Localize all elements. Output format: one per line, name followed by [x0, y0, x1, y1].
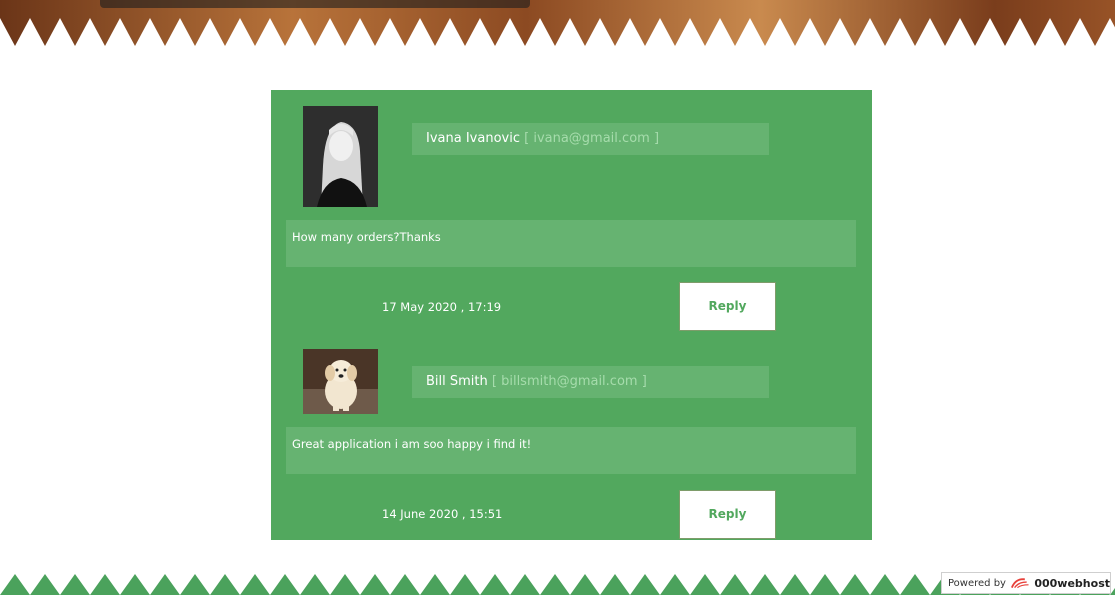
- email-open-bracket: [: [519, 131, 534, 146]
- top-banner: [0, 0, 1115, 50]
- comment-message: How many orders?Thanks: [286, 220, 856, 267]
- comment-message: Great application i am soo happy i find …: [286, 427, 856, 474]
- user-avatar: [303, 349, 378, 414]
- comment-date: 14 June 2020 , 15:51: [382, 507, 503, 521]
- comment-author: Ivana Ivanovic [ ivana@gmail.com ]: [412, 123, 769, 155]
- author-name: Ivana Ivanovic: [426, 131, 520, 146]
- comment-item: Bill Smith [ billsmith@gmail.com ] Great…: [271, 335, 872, 540]
- puppy-photo-icon: [303, 349, 378, 414]
- webhost-brand: 000webhost: [1034, 576, 1110, 590]
- comments-panel: Ivana Ivanovic [ ivana@gmail.com ] How m…: [271, 90, 872, 540]
- comment-date: 17 May 2020 , 17:19: [382, 300, 502, 314]
- woman-portrait-icon: [303, 106, 378, 207]
- comment-item: Ivana Ivanovic [ ivana@gmail.com ] How m…: [271, 90, 872, 335]
- author-name: Bill Smith: [426, 374, 488, 389]
- user-avatar: [303, 106, 378, 207]
- reply-button[interactable]: Reply: [679, 490, 776, 539]
- webhost-logo-icon: [1010, 578, 1029, 589]
- comment-author: Bill Smith [ billsmith@gmail.com ]: [412, 366, 769, 398]
- author-email: billsmith@gmail.com: [501, 374, 638, 389]
- email-close-bracket: ]: [649, 131, 660, 146]
- email-open-bracket: [: [487, 374, 502, 389]
- powered-by-badge[interactable]: Powered by 000webhost: [941, 572, 1111, 594]
- email-close-bracket: ]: [637, 374, 647, 389]
- powered-by-label: Powered by: [948, 577, 1006, 589]
- reply-button[interactable]: Reply: [679, 282, 776, 331]
- browser-address-bar: [100, 0, 530, 8]
- author-email: ivana@gmail.com: [533, 131, 650, 146]
